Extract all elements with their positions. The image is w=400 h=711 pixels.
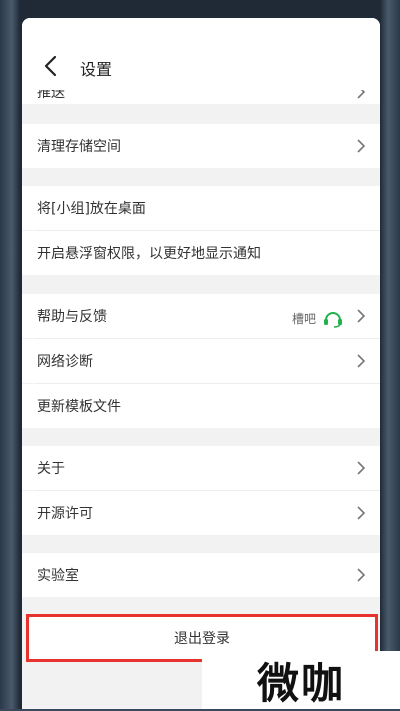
aux-text: 槽吧	[291, 311, 316, 326]
settings-item-network-diagnosis[interactable]: 网络诊断	[22, 339, 380, 383]
settings-item-label: 实验室	[37, 568, 79, 584]
settings-item-label: 开启悬浮窗权限，以更好地显示通知	[37, 246, 261, 262]
settings-item-help-feedback[interactable]: 帮助与反馈 槽吧	[22, 294, 380, 338]
chevron-right-icon	[356, 460, 366, 476]
chevron-right-icon	[356, 308, 366, 324]
settings-item-label: 推送	[37, 90, 65, 101]
settings-item-open-source-license[interactable]: 开源许可	[22, 491, 380, 535]
logout-label: 退出登录	[174, 631, 230, 647]
settings-item-label: 开源许可	[37, 506, 93, 522]
settings-item-update-templates[interactable]: 更新模板文件	[22, 384, 380, 428]
settings-item-desktop-group[interactable]: 将[小组]放在桌面	[22, 186, 380, 230]
settings-item-push[interactable]: 推送	[22, 90, 380, 104]
back-button[interactable]	[40, 54, 62, 78]
settings-item-float-permission[interactable]: 开启悬浮窗权限，以更好地显示通知	[22, 231, 380, 275]
watermark-text: 微咖	[256, 658, 345, 708]
settings-screen: 设置 推送 清理存储空间 将[小组]放在桌面 开启悬浮窗权限，以更好地显示通知 …	[22, 18, 380, 709]
headset-icon	[324, 312, 342, 328]
settings-item-label: 帮助与反馈	[37, 309, 107, 325]
page-title: 设置	[80, 60, 113, 79]
settings-item-clear-storage[interactable]: 清理存储空间	[22, 124, 380, 168]
feedback-aux: 槽吧	[292, 308, 344, 328]
chevron-right-icon	[356, 567, 366, 583]
settings-item-about[interactable]: 关于	[22, 446, 380, 490]
chevron-right-icon	[356, 90, 366, 100]
settings-item-label: 将[小组]放在桌面	[37, 201, 146, 217]
header-bar: 设置	[22, 18, 380, 90]
settings-item-label: 清理存储空间	[37, 139, 121, 155]
chevron-right-icon	[356, 138, 366, 154]
watermark-logo: 微咖	[202, 651, 400, 709]
settings-item-label: 更新模板文件	[37, 399, 121, 415]
chevron-right-icon	[356, 353, 366, 369]
settings-item-label: 网络诊断	[37, 354, 93, 370]
settings-item-label: 关于	[37, 461, 65, 477]
chevron-right-icon	[356, 505, 366, 521]
settings-item-lab[interactable]: 实验室	[22, 553, 380, 597]
chevron-left-icon	[44, 55, 57, 77]
